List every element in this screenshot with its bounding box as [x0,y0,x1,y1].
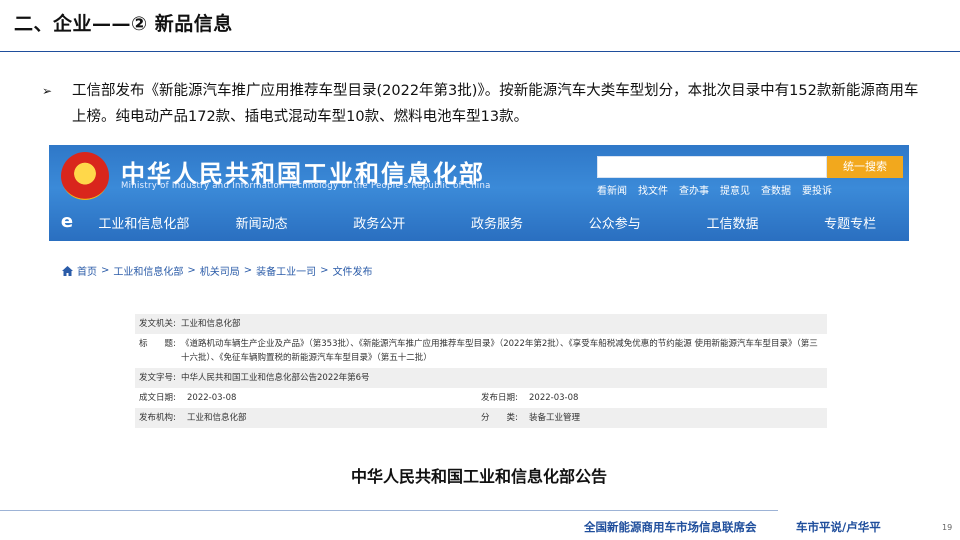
meta-label: 发文机关: [139,319,176,329]
meta-label: 标 题: [139,339,176,349]
page-number: 19 [942,523,953,532]
quick-link-data[interactable]: 查数据 [761,182,791,197]
footer-organization: 全国新能源商用车市场信息联席会 [584,520,757,534]
slide-title: 二、企业——② 新品信息 [14,13,233,35]
main-nav: e 工业和信息化部 新闻动态 政务公开 政务服务 公众参与 工信数据 专题专栏 [49,203,909,241]
breadcrumb-equipment-dept[interactable]: 装备工业一司 [256,263,316,278]
meta-row-dates: 成文日期: 2022-03-08 发布日期: 2022-03-08 [135,388,827,408]
quick-link-files[interactable]: 找文件 [638,182,668,197]
nav-item-data[interactable]: 工信数据 [674,213,792,232]
meta-label: 成文日期: [139,393,176,403]
quick-link-complaint[interactable]: 要投诉 [802,182,832,197]
title-divider [0,51,960,52]
breadcrumb: 首页 > 工业和信息化部 > 机关司局 > 装备工业一司 > 文件发布 [62,263,373,278]
meta-row-agency: 发布机构: 工业和信息化部 分 类: 装备工业管理 [135,408,827,428]
quick-link-feedback[interactable]: 提意见 [720,182,750,197]
nav-item-gov-services[interactable]: 政务服务 [438,213,556,232]
breadcrumb-documents[interactable]: 文件发布 [333,263,373,278]
website-screenshot: 中华人民共和国工业和信息化部 Ministry of Industry and … [49,145,909,492]
meta-value: 装备工业管理 [529,413,581,423]
nav-item-topics[interactable]: 专题专栏 [791,213,909,232]
breadcrumb-separator: > [187,265,196,276]
meta-row-issuer: 发文机关: 工业和信息化部 [135,314,827,334]
bullet-text: 工信部发布《新能源汽车推广应用推荐车型目录(2022年第3批)》。按新能源汽车大… [72,83,919,125]
search-input[interactable] [597,156,827,178]
nav-item-miit[interactable]: 工业和信息化部 [85,213,203,232]
breadcrumb-separator: > [243,265,253,276]
meta-value: 2022-03-08 [529,393,579,403]
breadcrumb-miit[interactable]: 工业和信息化部 [113,263,183,278]
document-meta-table: 发文机关: 工业和信息化部 标 题: 《道路机动车辆生产企业及产品》（第353批… [135,314,827,428]
quick-link-news[interactable]: 看新闻 [597,182,627,197]
arrow-bullet-icon: ➢ [42,84,53,98]
breadcrumb-separator: > [101,265,110,276]
meta-label: 发布机构: [139,413,176,423]
meta-label: 发文字号: [139,373,176,383]
nav-item-gov-affairs[interactable]: 政务公开 [320,213,438,232]
meta-value: 工业和信息化部 [181,319,241,329]
meta-label: 发布日期: [481,393,518,403]
national-emblem-icon [61,152,109,200]
document-heading: 中华人民共和国工业和信息化部公告 [350,467,607,486]
meta-value: 2022-03-08 [187,393,237,403]
breadcrumb-separator: > [320,265,329,276]
e-gov-logo-icon[interactable]: e [49,203,85,241]
meta-row-doc-no: 发文字号: 中华人民共和国工业和信息化部公告2022年第6号 [135,368,827,388]
search-button[interactable]: 统一搜索 [827,156,903,178]
footer-divider [0,510,778,511]
meta-label: 分 类: [481,413,518,423]
quick-links: 看新闻 找文件 查办事 提意见 查数据 要投诉 [597,182,832,197]
nav-item-public[interactable]: 公众参与 [556,213,674,232]
meta-row-subject: 标 题: 《道路机动车辆生产企业及产品》（第353批）、《新能源汽车推广应用推荐… [135,334,827,368]
nav-item-news[interactable]: 新闻动态 [203,213,321,232]
footer-author: 车市平说/卢华平 [796,520,881,534]
breadcrumb-home[interactable]: 首页 [77,263,97,278]
breadcrumb-departments[interactable]: 机关司局 [200,263,240,278]
site-name-en: Ministry of Industry and Information Tec… [121,181,491,191]
quick-link-services[interactable]: 查办事 [679,182,709,197]
meta-value: 中华人民共和国工业和信息化部公告2022年第6号 [181,373,370,383]
meta-value: 工业和信息化部 [187,413,247,423]
bullet-item: ➢ 工信部发布《新能源汽车推广应用推荐车型目录(2022年第3批)》。按新能源汽… [42,78,932,130]
home-icon[interactable] [62,265,73,276]
site-header: 中华人民共和国工业和信息化部 Ministry of Industry and … [49,145,909,241]
meta-value: 《道路机动车辆生产企业及产品》（第353批）、《新能源汽车推广应用推荐车型目录》… [181,339,818,363]
